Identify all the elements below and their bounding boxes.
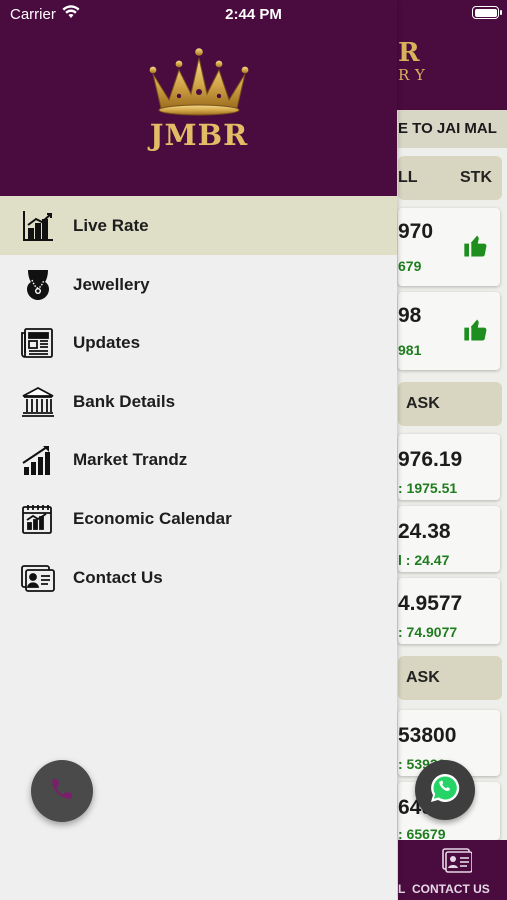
menu-item-label: Jewellery	[73, 274, 150, 294]
rate-sub-value: : 1975.51	[398, 480, 458, 496]
phone-icon	[49, 776, 75, 807]
bank-icon	[21, 385, 55, 419]
menu-item-updates[interactable]: Updates	[0, 313, 397, 372]
clock: 2:44 PM	[225, 6, 282, 23]
rate-card[interactable]: 24.38 l : 24.47	[398, 506, 500, 572]
drawer-menu: Live Rate Jewellery Updates Bank Details…	[0, 196, 397, 606]
tab-partial-label: L	[398, 882, 406, 896]
brand-logo: JMBR	[139, 44, 259, 154]
call-button[interactable]	[31, 760, 93, 822]
menu-item-jewellery[interactable]: Jewellery	[0, 255, 397, 314]
stock-column-header: STK	[460, 169, 492, 186]
navigation-drawer: JMBR Live Rate Jewellery Updates Bank De…	[0, 0, 397, 900]
menu-item-label: Bank Details	[73, 391, 176, 411]
rate-value: 24.38	[398, 520, 451, 543]
whatsapp-button[interactable]	[415, 760, 475, 820]
thumbs-up-icon	[462, 232, 490, 267]
status-bar: Carrier 2:44 PM	[0, 0, 507, 28]
contact-card-icon	[442, 848, 473, 879]
rate-sub-value: l : 24.47	[398, 552, 450, 568]
rate-sub-value: : 74.9077	[398, 624, 458, 640]
rate-value: 970	[398, 220, 434, 243]
ask-header: ASK	[398, 656, 502, 700]
rate-sub-value: 981	[398, 342, 422, 358]
tab-contact-us-label[interactable]: CONTACT US	[412, 882, 490, 896]
sell-column-header: LL	[398, 169, 418, 186]
whatsapp-icon	[428, 771, 462, 810]
rate-card[interactable]: 4.9577 : 74.9077	[398, 578, 500, 644]
menu-item-bank-details[interactable]: Bank Details	[0, 372, 397, 431]
rate-card[interactable]: 98 981	[398, 292, 500, 370]
contact-card-icon	[21, 561, 55, 595]
rate-table-header: LL STK	[398, 156, 502, 200]
ask-label: ASK	[406, 395, 440, 412]
menu-item-contact-us[interactable]: Contact Us	[0, 548, 397, 607]
chart-icon	[21, 209, 55, 243]
rate-card[interactable]: 976.19 : 1975.51	[398, 434, 500, 500]
trend-icon	[21, 443, 55, 477]
rate-value: 4.9577	[398, 592, 463, 615]
news-marquee: E TO JAI MAL	[398, 110, 507, 148]
rate-value: 53800	[398, 724, 457, 747]
background-logo-line2: RY	[398, 66, 431, 84]
menu-item-label: Contact Us	[73, 567, 163, 587]
background-logo-line1: R	[398, 38, 421, 68]
brand-logo-text: JMBR	[149, 118, 249, 152]
drawer-header: JMBR	[0, 0, 397, 196]
menu-item-market-trandz[interactable]: Market Trandz	[0, 430, 397, 489]
background-logo: R RY	[398, 38, 507, 84]
rate-card[interactable]: 970 679	[398, 208, 500, 286]
necklace-icon	[21, 268, 55, 302]
rate-value: 976.19	[398, 448, 463, 471]
thumbs-up-icon	[462, 316, 490, 351]
calendar-icon	[21, 502, 55, 536]
ask-label: ASK	[406, 669, 440, 686]
rate-value: 98	[398, 304, 422, 327]
menu-item-label: Market Trandz	[73, 450, 188, 470]
menu-item-label: Live Rate	[73, 216, 149, 235]
rate-sub-value: : 65679	[398, 826, 446, 840]
rate-sub-value: 679	[398, 258, 422, 274]
battery-icon	[472, 6, 502, 19]
menu-item-label: Updates	[73, 333, 141, 353]
menu-item-label: Economic Calendar	[73, 508, 232, 528]
newspaper-icon	[21, 326, 55, 360]
ask-header: ASK	[398, 382, 502, 426]
menu-item-economic-calendar[interactable]: Economic Calendar	[0, 489, 397, 548]
bottom-tab-bar: L CONTACT US	[398, 840, 507, 900]
menu-item-live-rate[interactable]: Live Rate	[0, 196, 397, 255]
